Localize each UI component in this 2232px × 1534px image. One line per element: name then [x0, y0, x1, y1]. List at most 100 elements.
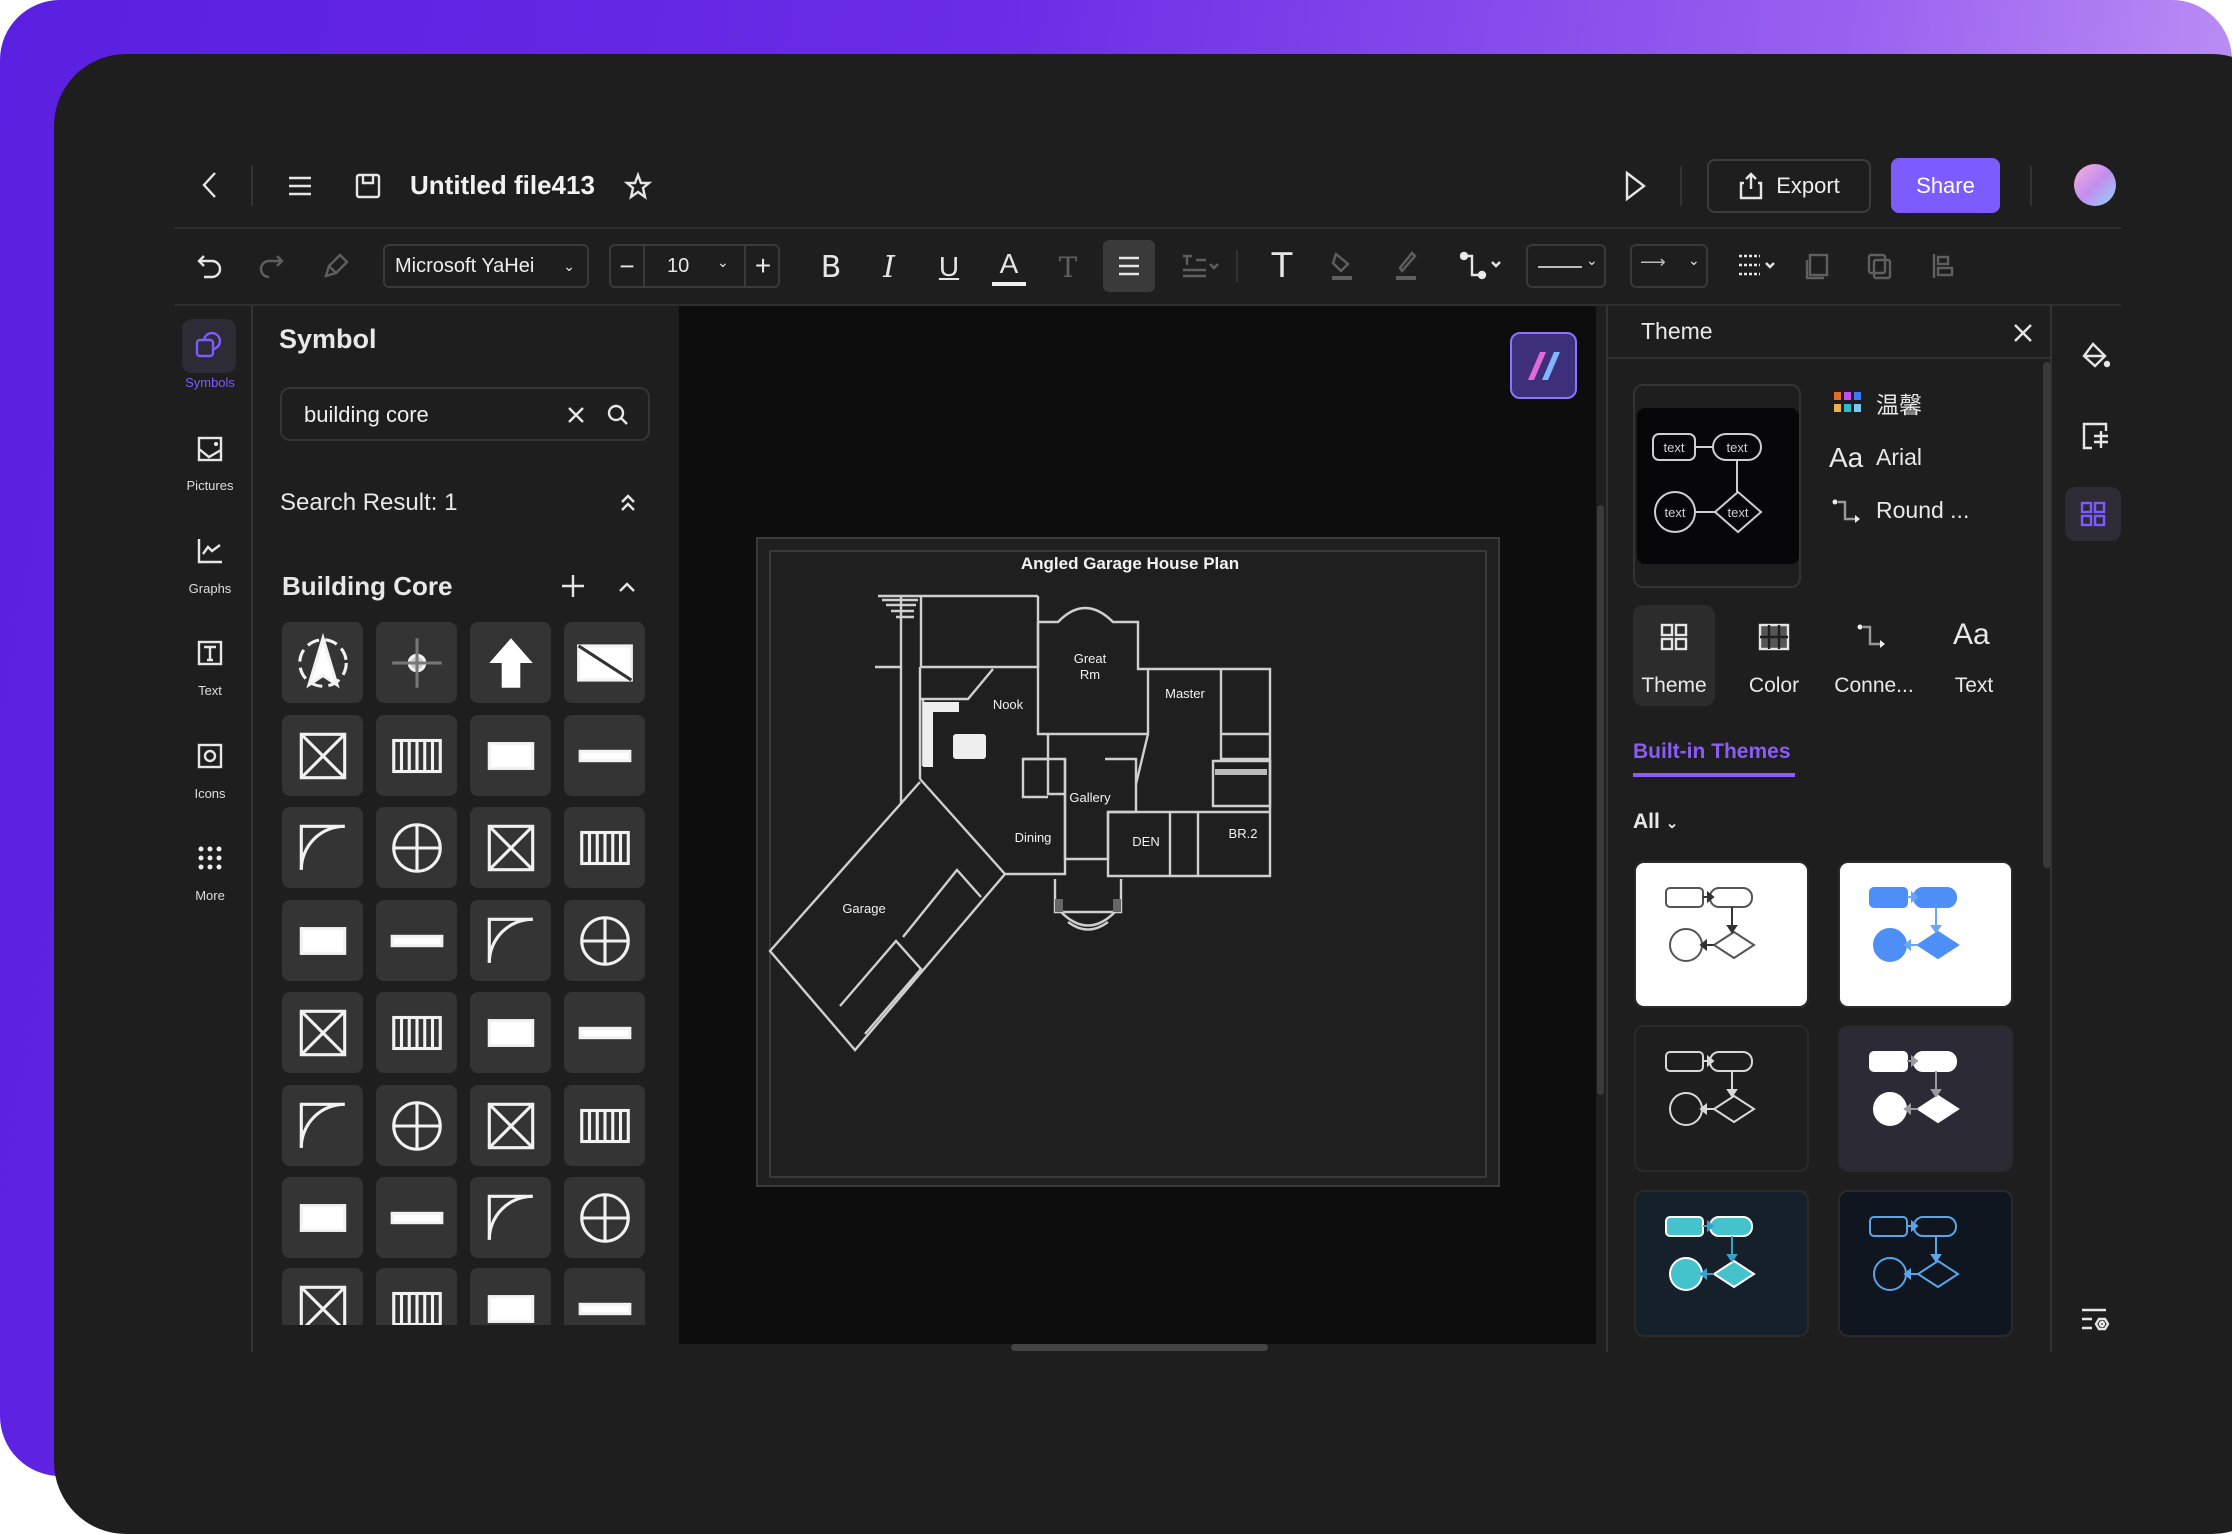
- bold-icon[interactable]: B: [814, 249, 848, 285]
- style-fill-icon[interactable]: [2076, 336, 2114, 376]
- play-icon[interactable]: [1616, 166, 1654, 206]
- current-theme-preview[interactable]: text text text text: [1633, 384, 1801, 588]
- export-icon: [1738, 171, 1764, 201]
- closet-shelf: [1215, 769, 1267, 775]
- category-title: Building Core: [282, 571, 453, 601]
- send-back-icon[interactable]: [1862, 248, 1898, 284]
- clear-icon[interactable]: [562, 401, 590, 429]
- wall-bar-icon: [391, 738, 442, 773]
- header-divider: [2030, 166, 2032, 206]
- theme-filter-select[interactable]: All ⌄: [1633, 810, 1678, 834]
- tab-text[interactable]: Text: [1933, 674, 2015, 698]
- save-icon[interactable]: [350, 168, 386, 204]
- active-tab-underline: [1633, 773, 1795, 777]
- symbol-compass-rose[interactable]: [376, 622, 457, 703]
- compass-north-icon: [297, 632, 348, 688]
- chevron-down-icon: ⌄: [563, 257, 575, 274]
- symbol-square-corner[interactable]: [282, 715, 363, 796]
- theme-card[interactable]: [1838, 1025, 2013, 1172]
- line-spacing-icon[interactable]: [1175, 248, 1225, 284]
- user-avatar[interactable]: [2074, 164, 2116, 206]
- deck-steps: [875, 594, 1038, 669]
- theme-rail-icon[interactable]: [2078, 499, 2108, 529]
- graph-icon[interactable]: [190, 532, 230, 570]
- kitchen-island: [953, 734, 986, 759]
- tab-connector[interactable]: Conne...: [1828, 674, 1920, 698]
- theme-card[interactable]: [1634, 861, 1809, 1008]
- settings-list-icon[interactable]: [2076, 1302, 2114, 1338]
- align-objects-icon[interactable]: [1926, 248, 1962, 284]
- built-in-themes-tab[interactable]: Built-in Themes: [1633, 740, 1791, 764]
- theme-preview-diagram: [1665, 887, 1756, 962]
- ai-assistant-button[interactable]: [1510, 332, 1577, 399]
- theme-card[interactable]: [1838, 861, 2013, 1008]
- close-icon[interactable]: [2008, 318, 2038, 348]
- kitchen-counter: [923, 702, 959, 712]
- chevron-down-icon: ⌄: [1688, 252, 1700, 268]
- align-icon[interactable]: [1103, 240, 1155, 292]
- symbol-search-input[interactable]: building core: [280, 387, 650, 441]
- symbol-door-swing[interactable]: [470, 715, 551, 796]
- theme-preview-diagram: [1869, 887, 1960, 962]
- add-icon[interactable]: [558, 571, 588, 601]
- chevron-down-icon[interactable]: ⌄: [717, 254, 729, 271]
- color-grid-icon[interactable]: [1757, 620, 1791, 654]
- stair-block-icon: [578, 749, 631, 762]
- text-tool-icon[interactable]: T: [1264, 246, 1300, 286]
- increase-size-button[interactable]: +: [744, 246, 780, 286]
- font-size-stepper[interactable]: − 10 ⌄ +: [609, 244, 780, 288]
- fill-color-icon[interactable]: [1324, 246, 1360, 286]
- right-rail-divider: [2050, 306, 2052, 1352]
- export-label: Export: [1776, 173, 1840, 198]
- collapse-double-icon[interactable]: [616, 490, 640, 516]
- format-painter-icon[interactable]: [318, 248, 354, 284]
- chevron-up-icon[interactable]: [614, 574, 640, 600]
- font-color-icon[interactable]: A: [992, 246, 1026, 286]
- export-button[interactable]: Export: [1707, 159, 1871, 213]
- symbol-rectangle-diagonal[interactable]: [564, 622, 645, 703]
- back-icon[interactable]: [192, 166, 228, 204]
- picture-icon[interactable]: [190, 430, 230, 468]
- rail-item-graphs[interactable]: Graphs: [170, 581, 250, 596]
- theme-card[interactable]: [1838, 1190, 2013, 1337]
- text-style-icon[interactable]: T: [1051, 249, 1085, 285]
- bring-front-icon[interactable]: [1800, 248, 1836, 284]
- rail-item-pictures[interactable]: Pictures: [170, 478, 250, 493]
- tab-color[interactable]: Color: [1733, 674, 1815, 698]
- connector-type-icon[interactable]: [1458, 248, 1506, 284]
- decrease-size-button[interactable]: −: [611, 246, 645, 286]
- node-text: text: [1728, 505, 1749, 520]
- symbol-compass-north[interactable]: [282, 622, 363, 703]
- line-color-icon[interactable]: [1388, 246, 1424, 286]
- theme-card[interactable]: [1634, 1190, 1809, 1337]
- page-setup-icon[interactable]: [2076, 416, 2114, 456]
- text-tab-icon[interactable]: Aa: [1953, 618, 1990, 652]
- symbols-icon[interactable]: [182, 319, 236, 373]
- italic-icon[interactable]: I: [872, 249, 906, 285]
- font-family-value: Microsoft YaHei: [395, 254, 535, 277]
- symbol-arrow-up[interactable]: [470, 622, 551, 703]
- symbol-stair-block[interactable]: [564, 715, 645, 796]
- rail-item-symbols[interactable]: Symbols: [170, 375, 250, 390]
- font-size-value[interactable]: 10: [667, 255, 689, 278]
- header-separator: [174, 227, 2121, 229]
- line-style-select[interactable]: ⌄: [1526, 244, 1606, 288]
- symbol-wall-bar[interactable]: [376, 715, 457, 796]
- underline-icon[interactable]: U: [932, 249, 966, 285]
- search-icon[interactable]: [604, 401, 632, 429]
- connector-tab-icon[interactable]: [1856, 620, 1890, 654]
- undo-icon[interactable]: [192, 248, 228, 284]
- arrow-style-select[interactable]: ⟶ ⌄: [1630, 244, 1708, 288]
- room-label-den: DEN: [1132, 834, 1159, 849]
- redo-icon[interactable]: [253, 248, 289, 284]
- font-family-select[interactable]: Microsoft YaHei ⌄: [383, 244, 589, 288]
- toolbar-divider: [1236, 250, 1238, 282]
- current-theme-diagram: text text text text: [1637, 408, 1799, 564]
- share-button[interactable]: Share: [1891, 158, 2000, 213]
- menu-icon[interactable]: [282, 168, 318, 204]
- document-title[interactable]: Untitled file413: [410, 170, 595, 201]
- theme-card[interactable]: [1634, 1025, 1809, 1172]
- line-weight-icon[interactable]: [1734, 248, 1780, 284]
- star-icon[interactable]: [620, 168, 656, 204]
- tab-theme-label[interactable]: Theme: [1633, 674, 1715, 698]
